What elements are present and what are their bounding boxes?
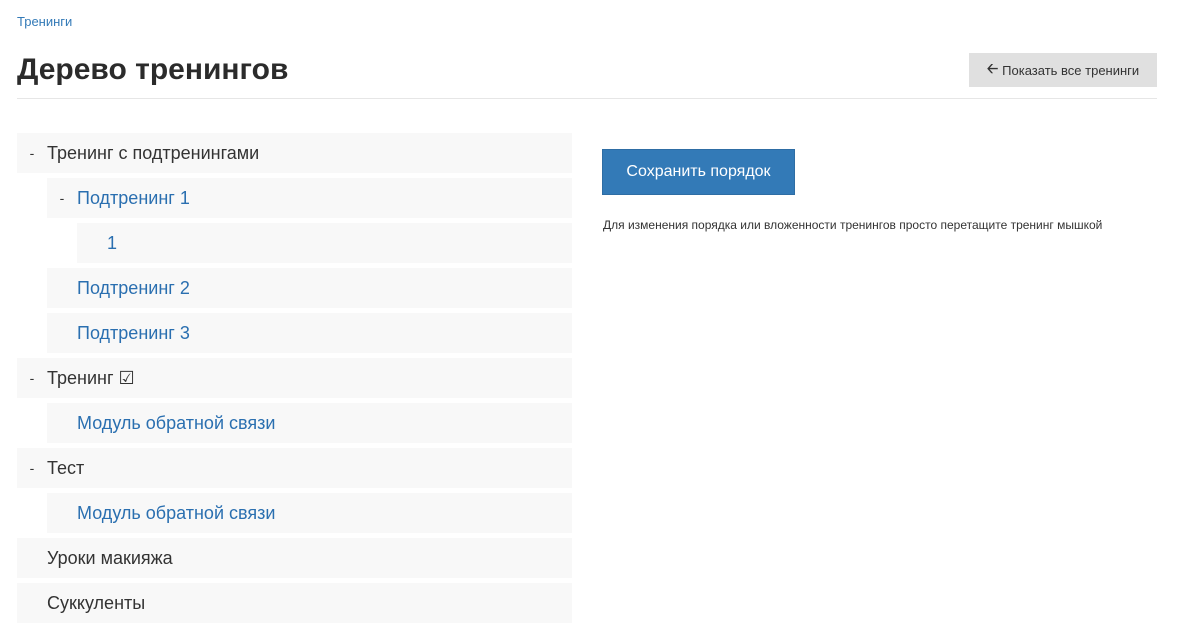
tree-node[interactable]: Модуль обратной связи <box>47 493 572 533</box>
collapse-toggle[interactable]: - <box>17 370 47 386</box>
tree-node[interactable]: - Подтренинг 1 <box>47 178 572 218</box>
tree-node-label[interactable]: Модуль обратной связи <box>77 503 275 524</box>
tree-node-label[interactable]: Подтренинг 3 <box>77 323 190 344</box>
tree-node-label: Тренинг с подтренингами <box>47 142 260 163</box>
drag-hint-text: Для изменения порядка или вложенности тр… <box>603 218 1103 232</box>
tree-node[interactable]: Суккуленты <box>17 583 572 623</box>
collapse-toggle[interactable]: - <box>17 145 47 161</box>
tree-node[interactable]: 1 <box>77 223 572 263</box>
tree-node-label: Уроки макияжа <box>47 547 173 568</box>
tree-node[interactable]: - Тренинг ☑ <box>17 358 572 398</box>
breadcrumb-trainings[interactable]: Тренинги <box>17 14 72 29</box>
tree-node-label[interactable]: 1 <box>107 233 117 254</box>
save-order-button[interactable]: Сохранить порядок <box>602 149 795 195</box>
tree-node-label: Суккуленты <box>47 592 146 613</box>
header-divider <box>17 98 1157 99</box>
show-all-trainings-button[interactable]: 🡠 Показать все тренинги <box>969 53 1157 87</box>
tree-node-label[interactable]: Подтренинг 2 <box>77 278 190 299</box>
collapse-toggle[interactable]: - <box>17 460 47 476</box>
show-all-trainings-label: Показать все тренинги <box>1002 62 1140 78</box>
tree-node[interactable]: Подтренинг 3 <box>47 313 572 353</box>
tree-node-label[interactable]: Подтренинг 1 <box>77 188 190 209</box>
tree-node[interactable]: - Тренинг с подтренингами <box>17 133 572 173</box>
tree-node[interactable]: - Тест <box>17 448 572 488</box>
tree-node[interactable]: Подтренинг 2 <box>47 268 572 308</box>
page-title: Дерево тренингов <box>17 53 289 86</box>
tree-node[interactable]: Уроки макияжа <box>17 538 572 578</box>
tree-node[interactable]: Модуль обратной связи <box>47 403 572 443</box>
tree-node-label: Тест <box>47 457 85 478</box>
tree-node-label[interactable]: Модуль обратной связи <box>77 413 275 434</box>
collapse-toggle[interactable]: - <box>47 190 77 206</box>
tree-node-label: Тренинг ☑ <box>47 367 135 388</box>
arrow-left-icon: 🡠 <box>986 60 999 76</box>
